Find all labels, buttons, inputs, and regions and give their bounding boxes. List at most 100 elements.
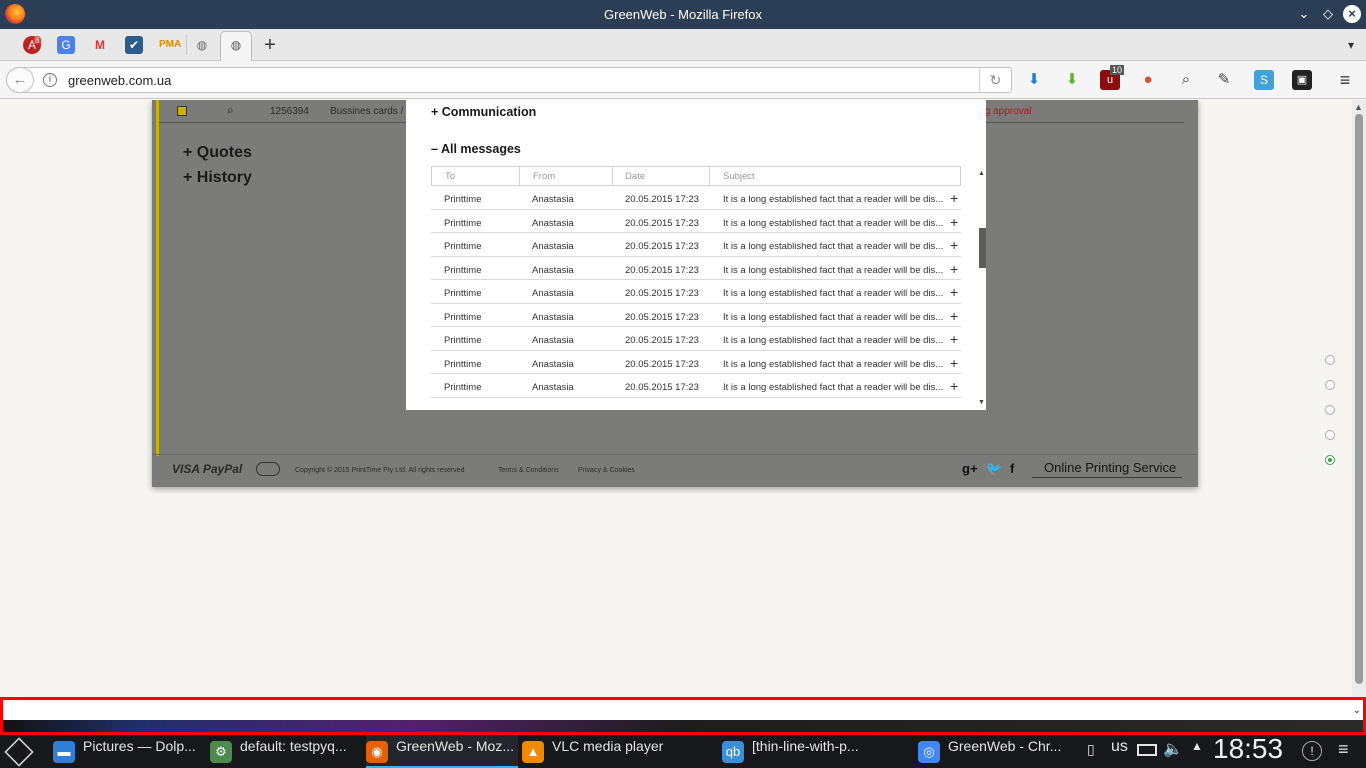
globe-icon: ◍ — [230, 38, 242, 52]
url-bar[interactable]: ← i greenweb.com.ua ↻ — [6, 67, 1012, 93]
new-tab-button[interactable]: + — [261, 35, 279, 55]
history-link[interactable]: + History — [183, 169, 252, 187]
column-date[interactable]: Date — [625, 171, 645, 182]
cell-subject: It is a long established fact that a rea… — [723, 288, 944, 299]
gmail-icon[interactable]: M — [91, 36, 109, 54]
modal-scrollbar[interactable]: ▲ ▼ — [978, 170, 986, 410]
zoom-icon[interactable]: ⌕ — [227, 103, 234, 118]
page-nav-dot[interactable] — [1325, 405, 1335, 415]
cell-subject: It is a long established fact that a rea… — [723, 358, 944, 370]
table-row[interactable]: Printtime Anastasia 20.05.2015 17:23 It is … — [431, 233, 961, 257]
cell-date: 20.05.2015 17:23 — [625, 264, 699, 276]
table-row[interactable]: Printtime Anastasia 20.05.2015 17:23 It is … — [431, 327, 961, 351]
table-row[interactable]: Printtime Anastasia 20.05.2015 17:23 It is … — [431, 304, 961, 327]
menu-icon[interactable]: ≡ — [1335, 70, 1355, 90]
table-row[interactable]: Printtime Anastasia 20.05.2015 17:23 It is … — [431, 374, 961, 398]
table-row[interactable]: Printtime Anastasia 20.05.2015 17:23 It is … — [431, 280, 961, 304]
keyboard-layout[interactable]: us — [1111, 738, 1128, 756]
expand-row-icon[interactable]: + — [950, 355, 958, 371]
panel-menu-icon[interactable]: ≡ — [1338, 739, 1349, 760]
highlighted-bar: ⌄ — [0, 697, 1366, 735]
modal-scroll-thumb[interactable] — [979, 228, 986, 268]
taskbar: ▬ Pictures — Dolp... ⚙ default: testpyq... ◉… — [0, 733, 1366, 768]
quotes-link[interactable]: + Quotes — [183, 144, 252, 162]
scroll-down-icon[interactable]: ▼ — [978, 399, 985, 406]
communication-toggle[interactable]: + Communication — [431, 105, 536, 119]
pma-icon[interactable]: PMA — [159, 36, 181, 54]
eyedropper-icon[interactable]: ✎ — [1214, 70, 1234, 90]
page-nav-dot[interactable] — [1325, 430, 1335, 440]
column-to[interactable]: To — [445, 171, 455, 182]
facebook-icon[interactable]: f — [1010, 461, 1014, 476]
terms-link[interactable]: Terms & Conditions — [498, 467, 559, 474]
task-qbittorrent[interactable]: qb [thin-line-with-p... — [722, 735, 912, 768]
scroll-up-icon[interactable]: ▲ — [1354, 102, 1363, 112]
expand-row-icon[interactable]: + — [950, 378, 958, 394]
tray-expand-icon[interactable]: ▲ — [1191, 739, 1203, 753]
table-row[interactable]: Printtime Anastasia 20.05.2015 17:23 It is … — [431, 186, 961, 210]
scroll-up-icon[interactable]: ▲ — [978, 170, 985, 177]
launcher-icon[interactable] — [4, 737, 34, 767]
url-text[interactable]: greenweb.com.ua — [68, 73, 171, 88]
reload-button[interactable]: ↻ — [979, 68, 1011, 92]
page-nav-dot[interactable] — [1325, 380, 1335, 390]
colorzilla-icon[interactable]: ● — [1138, 70, 1158, 90]
back-button[interactable]: ← — [6, 67, 34, 93]
twitter-icon[interactable]: 🐦 — [986, 461, 1002, 477]
tabs-icon[interactable]: ▣ — [1292, 70, 1312, 90]
folder-icon: ▬ — [53, 741, 75, 763]
table-row[interactable]: Printtime Anastasia 20.05.2015 17:23 It is … — [431, 351, 961, 374]
tab-overflow-button[interactable]: ▾ — [1342, 36, 1360, 54]
site-info-icon[interactable]: i — [43, 73, 57, 87]
expand-row-icon[interactable]: + — [950, 284, 958, 300]
page-scroll-thumb[interactable] — [1355, 114, 1363, 684]
expand-row-icon[interactable]: + — [950, 237, 958, 253]
page-nav-dot[interactable] — [1325, 355, 1335, 365]
table-row[interactable]: Printtime Anastasia 20.05.2015 17:23 It is … — [431, 257, 961, 280]
download-helper-icon[interactable]: ⬇ — [1062, 70, 1082, 90]
google-plus-icon[interactable]: g+ — [962, 461, 978, 476]
usb-icon[interactable]: ▯ — [1087, 741, 1095, 758]
page-nav-dot[interactable] — [1325, 455, 1335, 465]
task-dolphin[interactable]: ▬ Pictures — Dolp... — [53, 735, 203, 768]
tab-greenweb[interactable]: ◍ — [220, 31, 252, 61]
volume-icon[interactable]: 🔈 — [1163, 739, 1183, 759]
download-icon[interactable]: ⬇ — [1024, 70, 1044, 90]
cell-to: Printtime — [444, 194, 482, 205]
task-vlc[interactable]: ▲ VLC media player — [522, 735, 672, 768]
checkbox-icon[interactable] — [177, 106, 187, 116]
task-chrome[interactable]: ◎ GreenWeb - Chr... — [918, 735, 1078, 768]
task-icon[interactable]: ✔ — [125, 36, 143, 54]
notifications-icon[interactable]: ! — [1302, 741, 1322, 761]
page-scrollbar[interactable]: ▲ — [1352, 100, 1366, 720]
all-messages-toggle[interactable]: – All messages — [431, 142, 521, 156]
globe-icon[interactable]: ◍ — [193, 36, 211, 54]
expand-row-icon[interactable]: + — [950, 331, 958, 347]
clock[interactable]: 18:53 — [1213, 733, 1283, 765]
expand-row-icon[interactable]: + — [950, 308, 958, 324]
maximize-icon[interactable]: ◇ — [1319, 5, 1337, 23]
cell-to: Printtime — [444, 358, 482, 370]
chevron-down-icon[interactable]: ⌄ — [1353, 705, 1361, 716]
column-subject[interactable]: Subject — [723, 171, 755, 182]
cell-to: Printtime — [444, 382, 482, 393]
minimize-icon[interactable]: ⌄ — [1295, 5, 1313, 23]
close-icon[interactable]: × — [1343, 5, 1361, 23]
cell-from: Anastasia — [532, 335, 574, 346]
expand-row-icon[interactable]: + — [950, 214, 958, 230]
search-icon[interactable]: ⌕ — [1176, 70, 1196, 90]
google-translate-icon[interactable]: G — [57, 36, 75, 54]
privacy-link[interactable]: Privacy & Cookies — [578, 467, 635, 474]
expand-row-icon[interactable]: + — [950, 190, 958, 206]
expand-row-icon[interactable]: + — [950, 261, 958, 277]
cell-subject: It is a long established fact that a rea… — [723, 335, 944, 346]
table-row[interactable]: Printtime Anastasia 20.05.2015 17:23 It is … — [431, 210, 961, 233]
order-id: 1256394 — [270, 106, 309, 117]
cell-subject: It is a long established fact that a rea… — [723, 382, 944, 393]
task-terminal[interactable]: ⚙ default: testpyq... — [210, 735, 360, 768]
task-firefox[interactable]: ◉ GreenWeb - Moz... — [366, 735, 518, 768]
column-from[interactable]: From — [533, 171, 555, 182]
skype-icon[interactable]: S — [1254, 70, 1274, 90]
column-divider — [612, 167, 613, 185]
battery-icon[interactable] — [1137, 744, 1157, 756]
